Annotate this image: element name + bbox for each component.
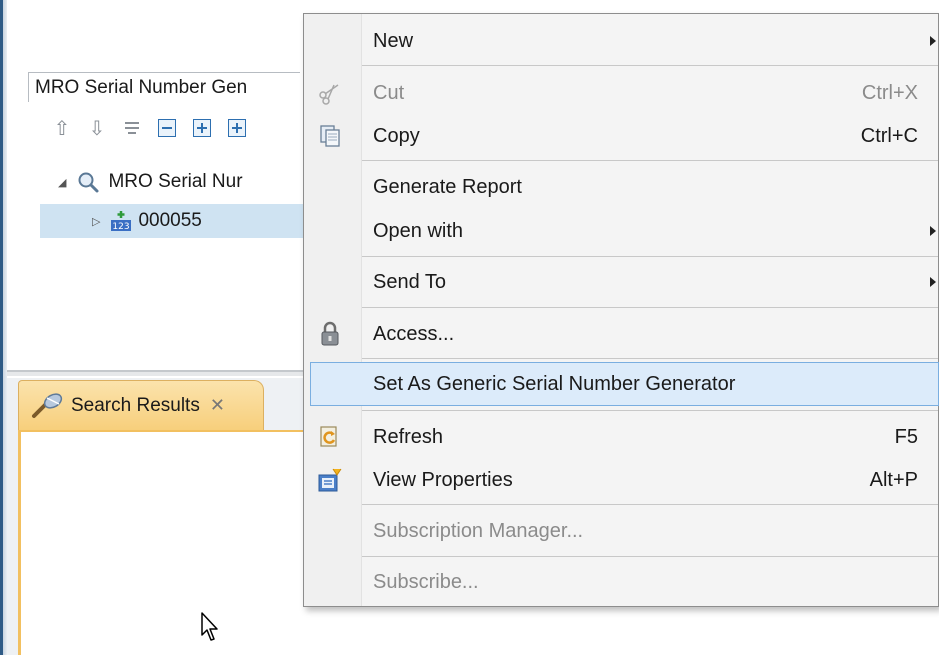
menu-item-send-to[interactable]: Send To <box>304 260 939 304</box>
menu-item-label: Refresh <box>373 425 444 448</box>
submenu-arrow-icon <box>930 226 936 236</box>
serial-number-icon-text: 123 <box>113 222 130 232</box>
collapse-icon[interactable] <box>155 116 179 140</box>
menu-separator <box>362 410 938 411</box>
menu-item-shortcut: Ctrl+C <box>860 124 918 147</box>
menu-item-label: View Properties <box>373 468 513 491</box>
menu-item-label: Subscription Manager... <box>373 519 584 542</box>
tree-toolbar: ⇧ ⇩ <box>50 114 249 142</box>
tree-child-label: 000055 <box>138 210 202 231</box>
copy-icon <box>316 122 344 150</box>
menu-item-cut[interactable]: Cut Ctrl+X <box>304 71 939 115</box>
collapsed-triangle-icon[interactable]: ▷ <box>92 215 100 228</box>
move-down-icon[interactable]: ⇩ <box>85 116 109 140</box>
search-icon <box>78 172 99 193</box>
expanded-triangle-icon[interactable]: ◢ <box>58 176 66 189</box>
menu-item-copy[interactable]: Copy Ctrl+C <box>304 114 939 158</box>
menu-item-view-properties[interactable]: View Properties Alt+P <box>304 458 939 502</box>
menu-separator <box>362 65 938 66</box>
search-results-icon <box>32 392 63 418</box>
search-results-tab[interactable]: Search Results ✕ <box>18 380 264 430</box>
properties-icon <box>316 466 344 494</box>
close-icon[interactable]: ✕ <box>210 395 225 416</box>
menu-item-label: Copy <box>373 124 420 147</box>
expand-more-icon[interactable] <box>225 116 249 140</box>
submenu-arrow-icon <box>930 36 936 46</box>
menu-item-set-generic-serial-generator[interactable]: Set As Generic Serial Number Generator <box>304 362 939 406</box>
menu-item-label: Open with <box>373 219 464 242</box>
menu-item-access[interactable]: Access... <box>304 312 939 356</box>
menu-separator <box>362 504 938 505</box>
menu-item-generate-report[interactable]: Generate Report <box>304 165 939 209</box>
menu-item-shortcut: F5 <box>894 425 918 448</box>
menu-item-label: New <box>373 29 414 52</box>
menu-item-refresh[interactable]: Refresh F5 <box>304 415 939 459</box>
tree-child-row[interactable]: ▷ 123 000055 <box>92 206 202 236</box>
scissors-icon <box>316 79 344 107</box>
menu-item-label: Cut <box>373 81 405 104</box>
menu-separator <box>362 358 938 359</box>
context-menu: New Cut Ctrl+X Copy Ctrl+C Generate Repo… <box>303 13 939 607</box>
expand-icon[interactable] <box>190 116 214 140</box>
menu-item-shortcut: Alt+P <box>869 468 918 491</box>
collapse-all-icon[interactable] <box>120 116 144 140</box>
menu-separator <box>362 160 938 161</box>
menu-item-label: Access... <box>373 322 455 345</box>
menu-item-new[interactable]: New <box>304 19 939 63</box>
tree-root-row[interactable]: ◢ MRO Serial Nur <box>58 168 243 196</box>
menu-item-label: Send To <box>373 270 447 293</box>
move-up-icon[interactable]: ⇧ <box>50 116 74 140</box>
search-results-tab-label: Search Results <box>71 394 200 416</box>
menu-separator <box>362 256 938 257</box>
menu-item-open-with[interactable]: Open with <box>304 209 939 253</box>
serial-number-icon: 123 <box>110 210 132 232</box>
menu-item-label: Set As Generic Serial Number Generator <box>373 372 736 395</box>
lock-icon <box>316 320 344 348</box>
tree-root-label: MRO Serial Nur <box>108 171 243 192</box>
mouse-cursor-icon <box>201 612 218 641</box>
menu-item-label: Generate Report <box>373 175 522 198</box>
menu-item-label: Subscribe... <box>373 570 479 593</box>
submenu-arrow-icon <box>930 277 936 287</box>
menu-separator <box>362 556 938 557</box>
menu-separator <box>362 307 938 308</box>
menu-item-subscription-manager[interactable]: Subscription Manager... <box>304 509 939 553</box>
menu-item-subscribe[interactable]: Subscribe... <box>304 560 939 604</box>
menu-item-shortcut: Ctrl+X <box>861 81 918 104</box>
refresh-icon <box>316 423 344 451</box>
window-left-edge <box>0 0 7 655</box>
search-query-title: MRO Serial Number Gen <box>28 72 300 102</box>
